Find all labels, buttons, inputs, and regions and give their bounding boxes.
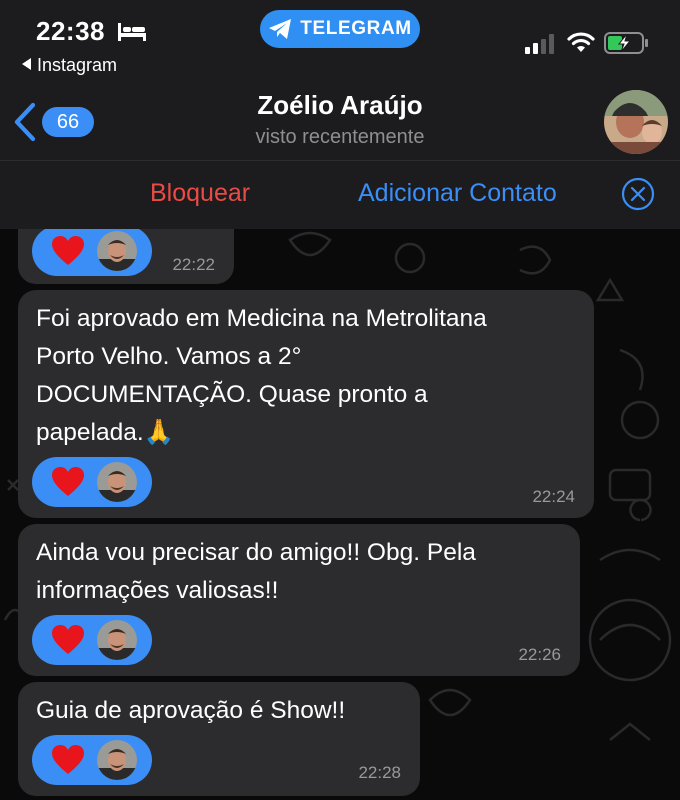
back-to-app-link[interactable]: Instagram: [22, 55, 117, 76]
add-contact-button[interactable]: Adicionar Contato: [358, 179, 557, 208]
block-button[interactable]: Bloquear: [150, 179, 250, 208]
bed-icon: [118, 23, 146, 41]
chat-status: visto recentemente: [255, 126, 425, 148]
battery-charging-icon: [604, 32, 648, 54]
reaction-pill[interactable]: [32, 615, 152, 665]
heart-icon: [52, 467, 84, 496]
message-text: Guia de aprovação é Show!!: [36, 697, 346, 724]
message-text: Ainda vou precisar do amigo!! Obg. Pela …: [36, 539, 476, 604]
reactor-avatar: [95, 738, 139, 782]
signal-icon: [525, 34, 554, 54]
chat-header: 66 Zoélio Araújo visto recentemente: [0, 84, 680, 161]
contact-action-bar: Bloquear Adicionar Contato: [0, 161, 680, 229]
reaction-pill[interactable]: [32, 735, 152, 785]
contact-avatar[interactable]: [604, 90, 668, 154]
message-text: Foi aprovado em Medicina na Metrolitana …: [36, 305, 487, 446]
close-circle-icon[interactable]: [621, 177, 655, 211]
telegram-pill-label: TELEGRAM: [300, 18, 412, 39]
message-bubble[interactable]: Foi aprovado em Medicina na Metrolitana …: [18, 290, 594, 518]
chat-title[interactable]: Zoélio Araújo: [0, 90, 680, 121]
telegram-pill[interactable]: TELEGRAM: [260, 10, 420, 48]
heart-icon: [52, 745, 84, 774]
telegram-icon: [269, 19, 292, 39]
message-time: 22:26: [518, 645, 561, 664]
heart-icon: [52, 236, 84, 265]
heart-icon: [52, 625, 84, 654]
wifi-icon: [567, 32, 595, 52]
message-time: 22:24: [532, 487, 575, 506]
reactor-avatar: [95, 460, 139, 504]
back-app-label: Instagram: [37, 55, 118, 75]
message-bubble[interactable]: Ainda vou precisar do amigo!! Obg. Pela …: [18, 524, 580, 676]
message-time: 22:22: [172, 255, 215, 274]
status-time: 22:38: [36, 16, 105, 46]
message-time: 22:28: [358, 763, 401, 782]
status-bar: 22:38 Instagram TELEGRAM: [0, 0, 680, 84]
message-bubble[interactable]: Guia de aprovação é Show!! 22:28: [18, 682, 420, 796]
reactor-avatar: [95, 618, 139, 662]
reaction-pill[interactable]: [32, 457, 152, 507]
reactor-avatar: [95, 229, 139, 273]
reaction-pill[interactable]: [32, 226, 152, 276]
back-app-arrow-icon: [22, 58, 31, 70]
